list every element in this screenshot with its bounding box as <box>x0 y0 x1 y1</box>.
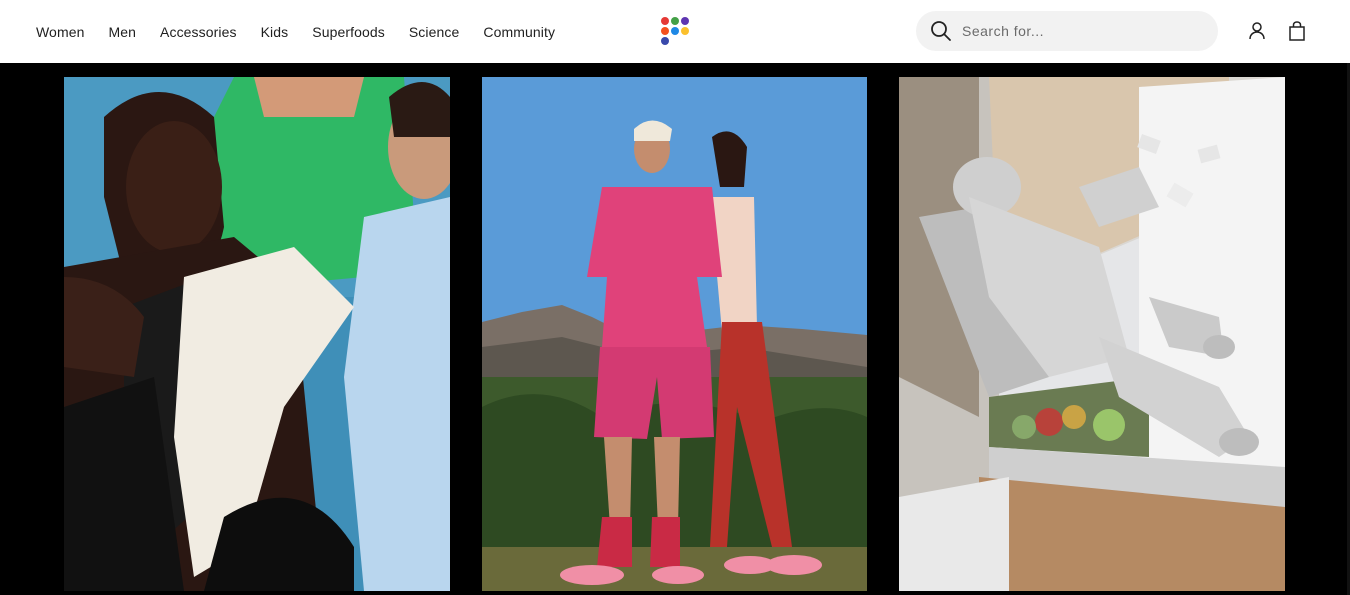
logo-dot <box>681 27 689 35</box>
hero-gallery <box>0 63 1350 595</box>
nav-kids[interactable]: Kids <box>261 24 289 40</box>
logo-dot <box>671 17 679 25</box>
logo-dot <box>681 17 689 25</box>
astronaut-supermarket-photo <box>899 77 1285 591</box>
nav-community[interactable]: Community <box>483 24 555 40</box>
site-header: Women Men Accessories Kids Superfoods Sc… <box>0 0 1350 63</box>
nav-science[interactable]: Science <box>409 24 460 40</box>
nav-accessories[interactable]: Accessories <box>160 24 237 40</box>
logo-dot <box>671 27 679 35</box>
cart-icon[interactable] <box>1286 20 1308 42</box>
search-bar[interactable] <box>916 11 1218 51</box>
account-icon[interactable] <box>1246 20 1268 42</box>
gallery-tile-group-hoodies[interactable] <box>64 77 450 591</box>
brand-logo[interactable] <box>661 17 689 45</box>
pink-outfit-mountains-photo <box>482 77 867 591</box>
logo-dot <box>661 37 669 45</box>
gallery-tile-astronaut[interactable] <box>899 77 1285 591</box>
gallery-tile-pink-outfit[interactable] <box>482 77 867 591</box>
search-icon[interactable] <box>930 20 952 42</box>
logo-dot <box>661 27 669 35</box>
search-input[interactable] <box>962 11 1202 51</box>
group-in-hoodies-photo <box>64 77 450 591</box>
nav-men[interactable]: Men <box>108 24 136 40</box>
main-nav: Women Men Accessories Kids Superfoods Sc… <box>36 0 579 63</box>
logo-dot <box>661 17 669 25</box>
nav-women[interactable]: Women <box>36 24 84 40</box>
nav-superfoods[interactable]: Superfoods <box>312 24 385 40</box>
